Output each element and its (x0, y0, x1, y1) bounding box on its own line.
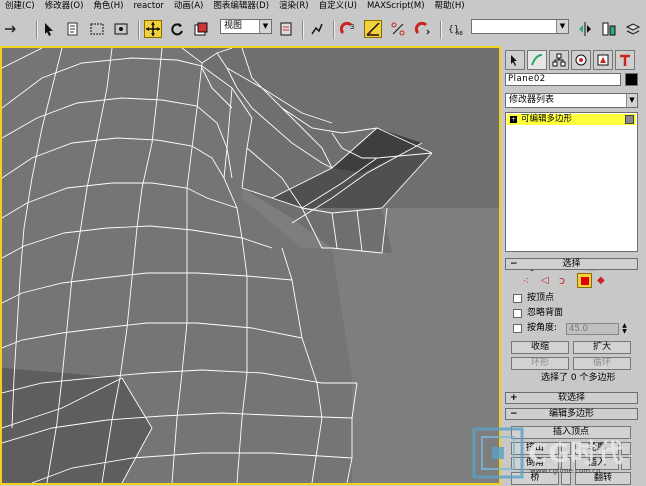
polygon-level-icon[interactable] (577, 273, 592, 288)
modifier-list-dropdown[interactable]: 修改器列表 ▼ (505, 93, 638, 108)
main-toolbar: 视图▼ 3 {}ABC ▼ (0, 13, 646, 47)
edge-level-icon[interactable]: ◁ (541, 275, 549, 286)
perspective-viewport[interactable] (0, 46, 501, 485)
menu-create[interactable]: 创建(C) (0, 0, 40, 12)
menu-graph-editors[interactable]: 图表编辑器(D) (208, 0, 274, 12)
named-selection-dropdown[interactable]: ▼ (471, 19, 569, 34)
display-tab-icon[interactable] (593, 50, 613, 70)
watermark-title: CG时代 (528, 439, 625, 469)
hierarchy-tab-icon[interactable] (549, 50, 569, 70)
edit-polygons-rollout-header[interactable]: − 编辑多边形 (505, 408, 638, 420)
by-vertex-label: 按顶点 (527, 293, 555, 303)
selection-status: 选择了 0 个多边形 (541, 373, 616, 383)
grow-button[interactable]: 扩大 (573, 341, 631, 354)
stack-item-toggle-icon[interactable] (625, 115, 634, 124)
menu-help[interactable]: 帮助(H) (430, 0, 470, 12)
select-by-name-icon[interactable] (64, 20, 82, 38)
snap-icon[interactable]: 3 (339, 20, 357, 38)
element-level-icon[interactable]: ◆ (597, 275, 605, 286)
create-tab-icon[interactable] (505, 50, 525, 70)
object-name-field[interactable]: Plane02 (505, 73, 621, 86)
select-rotate-icon[interactable] (168, 20, 186, 38)
motion-tab-icon[interactable] (571, 50, 591, 70)
object-color-swatch[interactable] (625, 73, 638, 86)
modify-tab-icon[interactable] (527, 50, 547, 70)
rect-region-icon[interactable] (88, 20, 106, 38)
command-panel: Plane02 修改器列表▼ + 可编辑多边形 ⊣ ∥ ∀ ♙ ▣ −选择 ⁖ … (501, 46, 646, 485)
soft-selection-rollout-header[interactable]: + 软选择 (505, 392, 638, 404)
selection-rollout-header[interactable]: − 选择 (505, 258, 638, 270)
select-scale-icon[interactable] (192, 20, 210, 38)
stack-item-editable-poly[interactable]: + 可编辑多边形 (507, 114, 636, 125)
ignore-backfacing-checkbox[interactable] (513, 309, 522, 318)
layer-manager-icon[interactable] (624, 20, 642, 38)
select-move-icon[interactable] (144, 20, 162, 38)
menu-bar: 创建(C) 修改器(O) 角色(H) reactor 动画(A) 图表编辑器(D… (0, 0, 646, 12)
watermark: CG时代 www.cgtime.com.cn (472, 423, 642, 483)
angle-snap-icon[interactable] (364, 20, 382, 38)
reference-coord-dropdown[interactable]: 视图 ▼ (220, 19, 272, 34)
expand-icon[interactable]: + (510, 116, 517, 123)
menu-rendering[interactable]: 渲染(R) (274, 0, 314, 12)
chevron-down-icon: ▼ (626, 94, 637, 107)
percent-snap-icon[interactable] (389, 20, 407, 38)
align-tool-icon[interactable] (600, 20, 618, 38)
by-angle-label: 按角度: (527, 323, 558, 333)
by-angle-checkbox[interactable] (513, 324, 522, 333)
menu-character[interactable]: 角色(H) (88, 0, 128, 12)
edit-named-selection-icon[interactable]: {}ABC (446, 20, 464, 38)
ignore-backfacing-label: 忽略背面 (527, 308, 564, 318)
watermark-url: www.cgtime.com.cn (530, 467, 601, 475)
select-manipulate-icon[interactable] (308, 20, 326, 38)
border-level-icon[interactable]: ↄ (559, 274, 565, 287)
command-panel-tabs (505, 50, 643, 72)
loop-button[interactable]: 循环 (573, 357, 631, 370)
svg-text:ABC: ABC (456, 31, 463, 37)
menu-reactor[interactable]: reactor (128, 0, 168, 12)
angle-spinner-arrows-icon[interactable]: ▲ ▼ (620, 323, 629, 335)
by-vertex-checkbox[interactable] (513, 294, 522, 303)
select-object-icon[interactable] (40, 20, 58, 38)
window-crossing-icon[interactable] (112, 20, 130, 38)
mirror-tool-icon[interactable] (576, 20, 594, 38)
menu-modifiers[interactable]: 修改器(O) (40, 0, 89, 12)
menu-animation[interactable]: 动画(A) (169, 0, 208, 12)
spinner-snap-icon[interactable] (414, 20, 432, 38)
angle-spinner[interactable]: 45.0 (566, 323, 619, 335)
vertex-level-icon[interactable]: ⁖ (523, 276, 529, 287)
menu-maxscript[interactable]: MAXScript(M) (362, 0, 430, 12)
wireframe-mesh (2, 48, 499, 483)
ring-button[interactable]: 环形 (511, 357, 569, 370)
use-pivot-icon[interactable] (277, 20, 295, 38)
bind-space-warp-icon[interactable] (2, 20, 20, 38)
modifier-stack[interactable]: + 可编辑多边形 (505, 112, 638, 252)
shrink-button[interactable]: 收缩 (511, 341, 569, 354)
svg-text:3: 3 (350, 23, 354, 31)
utilities-tab-icon[interactable] (615, 50, 635, 70)
menu-customize[interactable]: 自定义(U) (314, 0, 362, 12)
subobject-level-bar: ⁖ ◁ ↄ ◆ (517, 273, 637, 290)
